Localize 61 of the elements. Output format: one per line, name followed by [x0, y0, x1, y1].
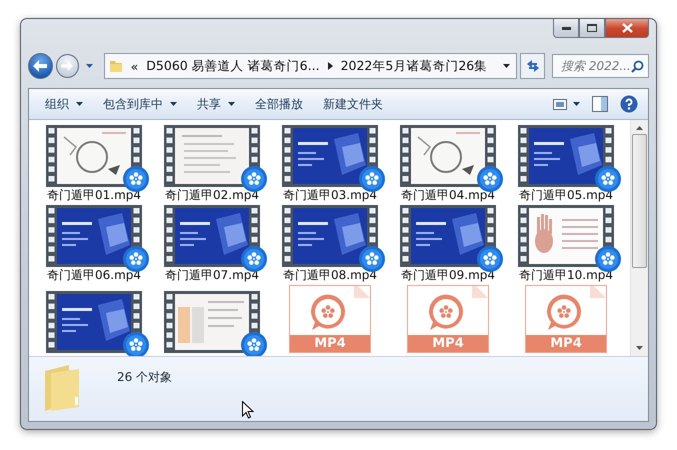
caret-icon	[86, 64, 93, 68]
file-name[interactable]: 奇门遁甲02.mp4	[164, 188, 260, 203]
file-name[interactable]: 奇门遁甲09.mp4	[400, 268, 496, 283]
caret-icon	[76, 102, 83, 106]
search-icon	[631, 60, 644, 72]
toolbar-button[interactable]: 共享	[189, 92, 243, 116]
mouse-pointer-icon	[242, 401, 254, 419]
file-type-label: MP4	[408, 335, 488, 352]
caret-icon	[170, 102, 177, 106]
file-name[interactable]: 奇门遁甲05.mp4	[518, 188, 614, 203]
film-reel-icon	[311, 294, 345, 330]
caret-icon	[503, 64, 510, 68]
maximize-icon	[587, 24, 597, 32]
page-fold-icon	[354, 286, 370, 298]
forward-button[interactable]	[56, 54, 79, 78]
minimize-button[interactable]	[553, 19, 579, 38]
item-count: 26 个对象	[117, 369, 172, 386]
file-name[interactable]: 奇门遁甲04.mp4	[400, 188, 496, 203]
caret-icon	[573, 102, 580, 106]
toolbar-button[interactable]: 新建文件夹	[315, 92, 391, 116]
pane-icon	[592, 96, 608, 112]
search-field[interactable]: 搜索 2022...	[552, 54, 649, 78]
file-name[interactable]: 奇门遁甲03.mp4	[282, 188, 378, 203]
breadcrumb-item[interactable]: D5060 易善道人 诸葛奇门6...	[146, 58, 320, 74]
refresh-button[interactable]	[520, 53, 545, 79]
back-button[interactable]	[28, 53, 53, 79]
help-icon	[620, 95, 638, 113]
back-arrow-icon	[33, 60, 48, 72]
scroll-down-icon	[636, 346, 643, 350]
scroll-up-icon	[636, 126, 643, 130]
toolbar-button[interactable]: 包含到库中	[95, 92, 185, 116]
file-name[interactable]: 奇门遁甲06.mp4	[46, 268, 142, 283]
video-player-icon	[240, 331, 268, 356]
file-type-label: MP4	[290, 335, 370, 352]
file-name[interactable]: 奇门遁甲07.mp4	[164, 268, 260, 283]
caret-icon	[228, 102, 235, 106]
video-player-icon	[122, 331, 150, 356]
page-fold-icon	[472, 286, 488, 298]
forward-arrow-icon	[61, 61, 74, 71]
file-name[interactable]: 奇门遁甲10.mp4	[518, 268, 614, 283]
page-fold-icon	[590, 286, 606, 298]
close-button[interactable]	[605, 19, 649, 38]
toolbar-button[interactable]: 全部播放	[247, 92, 311, 116]
toolbar-button[interactable]: 组织	[37, 92, 91, 116]
overflow-mark[interactable]: «	[130, 58, 138, 74]
refresh-icon	[524, 59, 541, 73]
view-icon	[553, 98, 567, 110]
close-icon	[622, 23, 632, 33]
address-bar[interactable]: « D5060 易善道人 诸葛奇门6... 2022年5月诸葛奇门26集	[104, 53, 518, 79]
film-reel-icon	[547, 294, 581, 330]
scrollbar[interactable]	[630, 120, 648, 356]
film-reel-icon	[429, 294, 463, 330]
folder-icon	[108, 59, 123, 73]
file-name[interactable]: 奇门遁甲08.mp4	[282, 268, 378, 283]
file-name[interactable]: 奇门遁甲01.mp4	[46, 188, 142, 203]
scroll-thumb[interactable]	[632, 134, 647, 268]
minimize-icon	[562, 26, 570, 30]
chevron-icon	[328, 62, 333, 70]
breadcrumb-item[interactable]: 2022年5月诸葛奇门26集	[340, 58, 488, 74]
maximize-button[interactable]	[579, 19, 605, 38]
file-type-label: MP4	[526, 335, 606, 352]
